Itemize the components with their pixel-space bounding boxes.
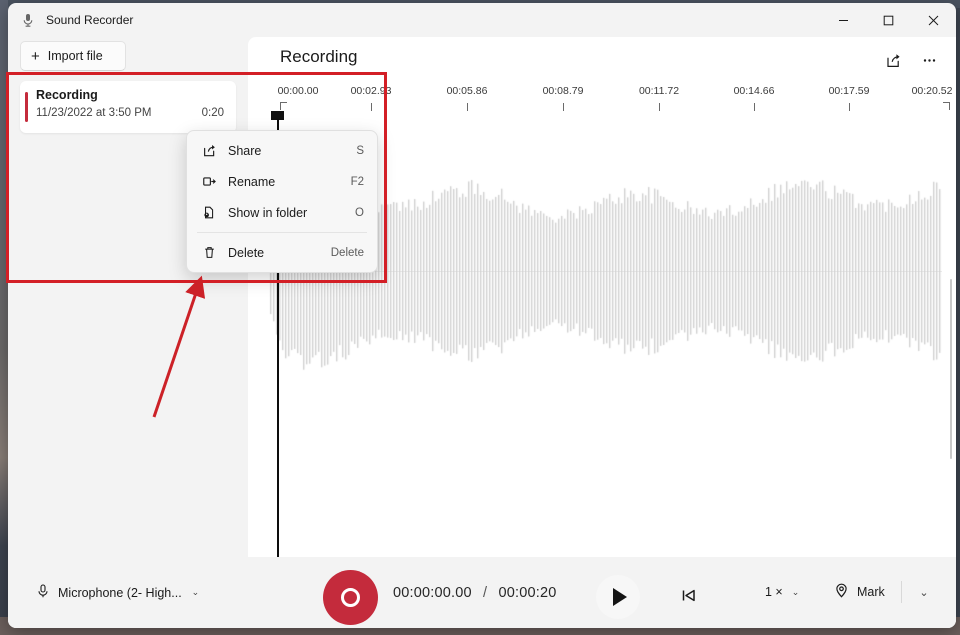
app-title: Sound Recorder	[46, 13, 134, 27]
playback-speed-label: 1 ×	[765, 585, 783, 599]
context-menu-label: Share	[228, 143, 262, 158]
chevron-down-icon: ⌄	[191, 587, 200, 597]
vertical-scrollbar[interactable]	[950, 279, 952, 459]
context-menu-separator	[197, 232, 367, 233]
record-button-inner	[341, 588, 360, 607]
play-icon	[613, 588, 627, 606]
recording-context-menu: Share S Rename F2 Show in folder O Delet…	[186, 130, 378, 273]
rename-icon	[199, 173, 219, 191]
bottom-toolbar: Microphone (2- High... ⌄ 00:00:00.00 / 0…	[8, 557, 956, 628]
share-icon[interactable]	[878, 45, 908, 75]
ruler-tick-mark	[849, 103, 850, 111]
title-bar-left: Sound Recorder	[8, 12, 133, 28]
toolbar-divider	[901, 581, 902, 603]
main-content: Recording 00:00.00 00:02.93 00:05.86 00:…	[248, 37, 956, 557]
ruler-tick-mark	[280, 102, 287, 110]
context-menu-accel: F2	[350, 175, 364, 188]
context-menu-item-delete[interactable]: Delete Delete	[190, 237, 374, 268]
microphone-label: Microphone (2- High...	[58, 585, 182, 600]
time-current: 00:00:00.00	[393, 584, 472, 601]
ruler-tick-label: 00:05.86	[446, 85, 488, 97]
ruler-tick-mark	[943, 102, 950, 110]
ruler-tick-mark	[659, 103, 660, 111]
maximize-button[interactable]	[866, 3, 911, 37]
page-title: Recording	[280, 47, 358, 66]
microphone-icon	[36, 583, 50, 602]
microphone-selector[interactable]: Microphone (2- High... ⌄	[28, 577, 207, 608]
add-marker-button[interactable]: Mark	[824, 577, 894, 607]
playback-speed-button[interactable]: 1 × ⌄	[756, 577, 808, 607]
context-menu-label: Delete	[228, 245, 265, 260]
more-options-icon[interactable]	[914, 45, 944, 75]
context-menu-accel: O	[355, 206, 364, 219]
marker-label: Mark	[857, 585, 885, 599]
desktop-background-left	[0, 0, 8, 635]
context-menu-label: Rename	[228, 174, 276, 189]
time-total: 00:00:20	[498, 584, 557, 601]
recording-date: 11/23/2022 at 3:50 PM	[36, 107, 152, 119]
ruler-tick-label: 00:14.66	[733, 85, 775, 97]
title-bar: Sound Recorder	[8, 3, 956, 37]
ruler-tick-mark	[371, 103, 372, 111]
plus-icon: +	[31, 47, 40, 65]
trash-icon	[199, 244, 219, 262]
context-menu-accel: Delete	[330, 246, 364, 259]
ruler-tick-label: 00:00.00	[277, 85, 319, 97]
share-icon	[199, 142, 219, 160]
microphone-icon	[20, 12, 36, 28]
record-button[interactable]	[323, 570, 378, 625]
recordings-list: Recording 11/23/2022 at 3:50 PM 0:20	[20, 81, 236, 133]
context-menu-label: Show in folder	[228, 205, 308, 220]
marker-pin-icon	[833, 582, 850, 602]
ruler-tick-label: 00:11.72	[638, 85, 680, 97]
ruler-tick-mark	[563, 103, 564, 111]
folder-icon	[199, 204, 219, 222]
import-file-button[interactable]: + Import file	[20, 41, 126, 71]
recording-title: Recording	[36, 88, 98, 102]
toolbar-overflow-button[interactable]: ⌄	[908, 577, 938, 607]
time-separator: /	[483, 584, 488, 601]
recording-duration: 0:20	[201, 107, 224, 119]
main-header: Recording	[248, 37, 956, 81]
ruler-tick-mark	[754, 103, 755, 111]
time-display: 00:00:00.00 / 00:00:20	[393, 585, 557, 601]
close-button[interactable]	[911, 3, 956, 37]
skip-to-start-button[interactable]	[670, 579, 706, 611]
timeline-ruler[interactable]: 00:00.00 00:02.93 00:05.86 00:08.79 00:11.72…	[248, 81, 956, 120]
ruler-tick-label: 00:17.59	[828, 85, 870, 97]
recording-meta: 11/23/2022 at 3:50 PM 0:20	[36, 107, 224, 119]
sound-recorder-window: Sound Recorder + Import file Recording 1…	[8, 3, 956, 628]
ruler-tick-label: 00:20.52	[911, 85, 953, 97]
skip-back-icon	[682, 589, 695, 601]
selected-accent-bar	[25, 92, 28, 122]
minimize-button[interactable]	[821, 3, 866, 37]
ruler-tick-mark	[467, 103, 468, 111]
list-item[interactable]: Recording 11/23/2022 at 3:50 PM 0:20	[20, 81, 236, 133]
chevron-down-icon: ⌄	[791, 586, 800, 597]
chevron-down-icon: ⌄	[919, 586, 929, 599]
context-menu-item-share[interactable]: Share S	[190, 135, 374, 166]
ruler-tick-label: 00:02.93	[350, 85, 392, 97]
context-menu-accel: S	[356, 144, 364, 157]
sidebar: + Import file Recording 11/23/2022 at 3:…	[8, 37, 248, 557]
context-menu-item-show-in-folder[interactable]: Show in folder O	[190, 197, 374, 228]
import-file-label: Import file	[47, 49, 103, 63]
header-actions	[878, 45, 944, 75]
context-menu-item-rename[interactable]: Rename F2	[190, 166, 374, 197]
play-button[interactable]	[596, 575, 640, 619]
window-controls	[821, 3, 956, 37]
ruler-tick-label: 00:08.79	[542, 85, 584, 97]
